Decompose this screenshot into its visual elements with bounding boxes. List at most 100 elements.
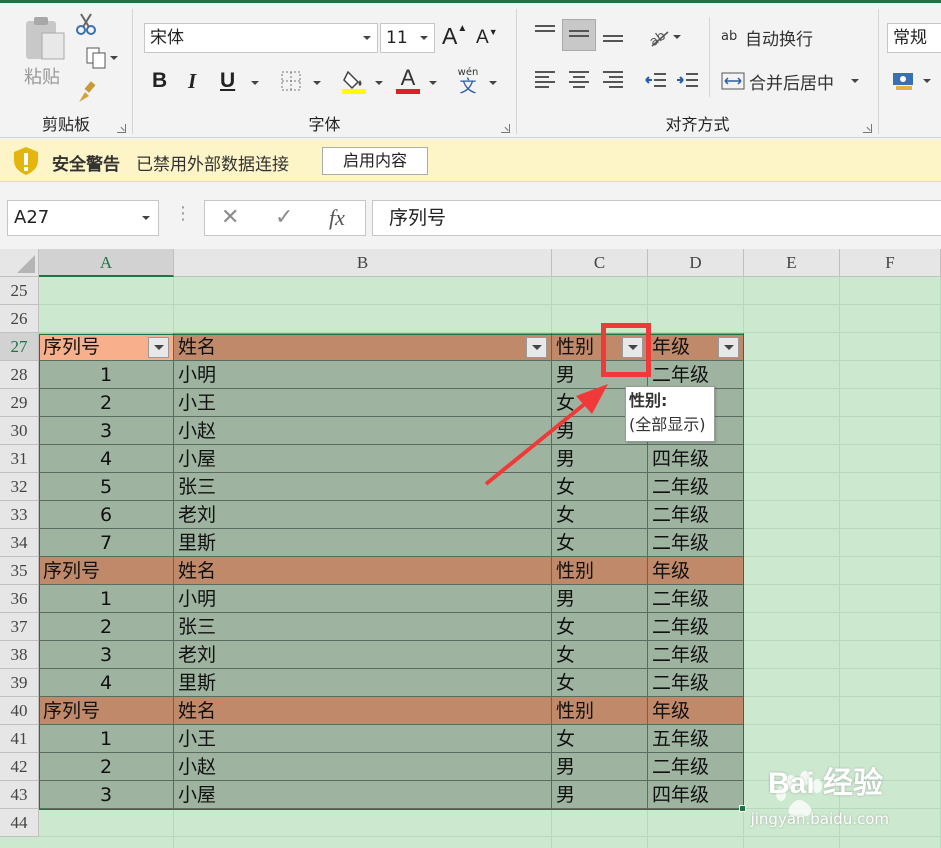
table-cell[interactable]: 3 — [39, 781, 174, 809]
column-header-a[interactable]: A — [39, 249, 174, 277]
table-cell[interactable]: 女 — [552, 473, 648, 501]
name-box[interactable]: A27 — [7, 200, 159, 236]
font-name-dropdown[interactable]: 宋体 — [144, 23, 378, 53]
row-header[interactable]: 27 — [0, 333, 39, 361]
table-header-cell[interactable]: 序列号 — [39, 333, 174, 361]
dialog-launcher-icon[interactable] — [863, 124, 872, 133]
table-cell[interactable]: 张三 — [174, 613, 552, 641]
column-header-e[interactable]: E — [744, 249, 840, 277]
font-size-dropdown[interactable]: 11 — [380, 23, 435, 53]
row-header[interactable]: 32 — [0, 473, 39, 501]
table-cell[interactable]: 二年级 — [648, 501, 744, 529]
chevron-down-icon[interactable] — [489, 81, 497, 85]
table-cell[interactable]: 1 — [39, 361, 174, 389]
formula-input[interactable]: 序列号 — [372, 200, 941, 236]
merge-center-button[interactable]: 合并后居中 — [721, 67, 861, 95]
select-all-corner[interactable] — [0, 249, 39, 277]
table-cell[interactable]: 4 — [39, 445, 174, 473]
table-cell[interactable]: 5 — [39, 473, 174, 501]
table-cell[interactable]: 6 — [39, 501, 174, 529]
table-cell[interactable]: 男 — [552, 361, 648, 389]
table-cell[interactable]: 男 — [552, 585, 648, 613]
table-cell[interactable]: 小屋 — [174, 445, 552, 473]
table-header-cell[interactable]: 姓名 — [174, 333, 552, 361]
copy-button[interactable] — [74, 45, 118, 71]
table-cell[interactable]: 男 — [552, 781, 648, 809]
row-header[interactable]: 33 — [0, 501, 39, 529]
cut-button[interactable] — [74, 11, 98, 37]
paste-button-label[interactable]: 粘贴 — [22, 63, 62, 89]
table-cell[interactable]: 女 — [552, 529, 648, 557]
more-options-icon[interactable]: ⋮ — [174, 203, 192, 224]
enter-icon[interactable]: ✓ — [275, 205, 293, 230]
table-cell[interactable]: 7 — [39, 529, 174, 557]
table-cell[interactable]: 2 — [39, 389, 174, 417]
row-header[interactable]: 34 — [0, 529, 39, 557]
align-right-icon[interactable] — [603, 71, 623, 88]
table-cell[interactable]: 老刘 — [174, 641, 552, 669]
row-header[interactable]: 36 — [0, 585, 39, 613]
table-header-cell[interactable]: 序列号 — [39, 557, 174, 585]
chevron-down-icon[interactable] — [313, 81, 321, 85]
table-cell[interactable]: 3 — [39, 417, 174, 445]
dialog-launcher-icon[interactable] — [501, 124, 510, 133]
number-format-dropdown[interactable]: 常规 — [887, 23, 941, 53]
table-cell[interactable]: 2 — [39, 613, 174, 641]
row-header[interactable]: 41 — [0, 725, 39, 753]
format-painter-button[interactable] — [74, 79, 100, 105]
table-header-cell[interactable]: 性别 — [552, 557, 648, 585]
table-cell[interactable]: 小明 — [174, 361, 552, 389]
filter-dropdown-button[interactable] — [148, 337, 169, 358]
table-cell[interactable]: 四年级 — [648, 445, 744, 473]
currency-format-button[interactable] — [891, 69, 917, 93]
align-top-icon[interactable] — [535, 25, 555, 41]
chevron-down-icon[interactable] — [429, 81, 437, 85]
row-header[interactable]: 40 — [0, 697, 39, 725]
chevron-down-icon[interactable] — [923, 79, 931, 83]
table-cell[interactable]: 女 — [552, 501, 648, 529]
table-header-cell[interactable]: 性别 — [552, 697, 648, 725]
font-color-button[interactable]: A — [395, 65, 421, 95]
table-cell[interactable]: 二年级 — [648, 585, 744, 613]
row-header[interactable]: 28 — [0, 361, 39, 389]
row-header[interactable]: 37 — [0, 613, 39, 641]
table-cell[interactable]: 男 — [552, 753, 648, 781]
row-header[interactable]: 26 — [0, 305, 39, 333]
table-cell[interactable]: 女 — [552, 669, 648, 697]
worksheet-grid[interactable]: ABCDEF 25 26 27 28 29 30 31 32 33 34 35 36 37 38 39 40 4… — [0, 249, 941, 848]
row-header[interactable]: 42 — [0, 753, 39, 781]
dialog-launcher-icon[interactable] — [117, 124, 126, 133]
align-middle-button[interactable] — [562, 19, 596, 51]
table-header-cell[interactable]: 年级 — [648, 557, 744, 585]
table-cell[interactable]: 老刘 — [174, 501, 552, 529]
table-cell[interactable]: 二年级 — [648, 613, 744, 641]
table-cell[interactable]: 4 — [39, 669, 174, 697]
bold-button[interactable]: B — [152, 69, 167, 93]
row-header[interactable]: 29 — [0, 389, 39, 417]
table-cell[interactable]: 二年级 — [648, 361, 744, 389]
table-cell[interactable]: 二年级 — [648, 641, 744, 669]
row-header[interactable]: 44 — [0, 809, 39, 837]
row-header[interactable]: 25 — [0, 277, 39, 305]
table-cell[interactable]: 3 — [39, 641, 174, 669]
table-cell[interactable]: 小明 — [174, 585, 552, 613]
table-cell[interactable]: 女 — [552, 725, 648, 753]
align-bottom-icon[interactable] — [603, 35, 623, 51]
align-left-icon[interactable] — [535, 71, 555, 88]
chevron-down-icon[interactable] — [673, 35, 681, 39]
table-cell[interactable]: 小王 — [174, 725, 552, 753]
column-header-b[interactable]: B — [174, 249, 552, 277]
table-cell[interactable]: 二年级 — [648, 473, 744, 501]
table-cell[interactable]: 张三 — [174, 473, 552, 501]
insert-function-icon[interactable]: fx — [329, 205, 345, 231]
paste-icon[interactable] — [22, 15, 66, 61]
table-cell[interactable]: 女 — [552, 613, 648, 641]
row-header[interactable]: 30 — [0, 417, 39, 445]
underline-button[interactable]: U — [220, 69, 235, 93]
table-cell[interactable]: 小屋 — [174, 781, 552, 809]
row-header[interactable]: 43 — [0, 781, 39, 809]
column-header-f[interactable]: F — [840, 249, 941, 277]
cancel-icon[interactable]: ✕ — [221, 205, 239, 230]
table-header-cell[interactable]: 性别 — [552, 333, 648, 361]
table-cell[interactable]: 五年级 — [648, 725, 744, 753]
